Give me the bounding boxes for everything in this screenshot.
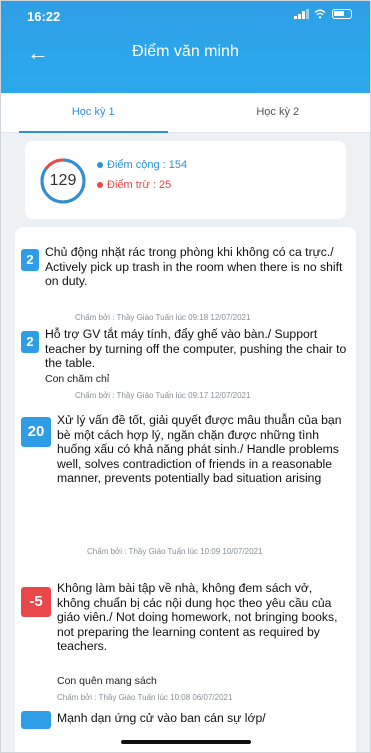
score-entry-list: 2 Chủ động nhặt rác trong phòng khi khôn… — [15, 227, 356, 752]
list-item[interactable]: 20 Xử lý vấn đề tốt, giải quyết được mâu… — [15, 413, 356, 556]
app-header: 16:22 ← Điểm văn minh — [1, 1, 370, 97]
wifi-icon — [314, 9, 326, 19]
list-item[interactable]: -5 Không làm bài tập về nhà, không đem s… — [15, 579, 356, 719]
entry-description: Hỗ trợ GV tắt máy tính, đẩy ghế vào bàn.… — [45, 327, 347, 370]
entry-note: Con quên mang sách — [57, 675, 157, 687]
minus-points: Điểm trừ : 25 — [97, 179, 171, 191]
list-item[interactable]: Mạnh dạn ứng cử vào ban cán sự lớp/ — [15, 711, 356, 751]
entry-description: Chủ động nhặt rác trong phòng khi không … — [45, 245, 343, 288]
graded-by: Chấm bởi : Thầy Giáo Tuấn lúc 09:18 12/0… — [75, 313, 251, 322]
list-item[interactable]: 2 Hỗ trợ GV tắt máy tính, đẩy ghế vào bà… — [15, 323, 356, 400]
status-bar: 16:22 — [27, 7, 352, 27]
tab-semester-1[interactable]: Học kỳ 1 — [1, 93, 186, 133]
total-score: 129 — [49, 172, 77, 189]
entry-description: Xử lý vấn đề tốt, giải quyết được mâu th… — [57, 413, 342, 485]
home-indicator[interactable] — [120, 740, 251, 744]
score-summary-card: 129 Điểm cộng : 154 Điểm trừ : 25 — [25, 141, 346, 219]
app-bar: ← Điểm văn minh — [1, 39, 370, 71]
entry-note: Con chăm chỉ — [45, 373, 110, 385]
entry-description: Mạnh dạn ứng cử vào ban cán sự lớp/ — [57, 711, 266, 725]
list-item[interactable]: 2 Chủ động nhặt rác trong phòng khi khôn… — [15, 235, 356, 322]
plus-points: Điểm cộng : 154 — [97, 159, 187, 171]
signal-icon — [294, 9, 309, 19]
tab-semester-2[interactable]: Học kỳ 2 — [186, 93, 371, 132]
points-badge: 20 — [21, 417, 51, 447]
phone-screen: 16:22 ← Điểm văn minh Học kỳ 1 Học kỳ 2 … — [0, 0, 371, 753]
points-badge: 2 — [21, 249, 39, 271]
graded-by: Chấm bởi : Thầy Giáo Tuấn lúc 10:09 10/0… — [87, 547, 263, 556]
points-badge: -5 — [21, 587, 51, 617]
graded-by: Chấm bởi : Thầy Giáo Tuấn lúc 10:08 06/0… — [57, 693, 233, 702]
page-title: Điểm văn minh — [132, 43, 239, 60]
graded-by: Chấm bởi : Thầy Giáo Tuấn lúc 09:17 12/0… — [75, 391, 251, 400]
points-badge — [21, 711, 51, 729]
minus-points-label: Điểm trừ : 25 — [107, 179, 172, 191]
semester-tabs: Học kỳ 1 Học kỳ 2 — [1, 93, 370, 133]
plus-points-label: Điểm cộng : 154 — [107, 159, 188, 171]
status-icons — [294, 9, 352, 19]
plus-dot-icon — [97, 162, 103, 169]
minus-dot-icon — [97, 182, 103, 189]
status-time: 16:22 — [27, 9, 61, 24]
entry-description: Không làm bài tập về nhà, không đem sách… — [57, 581, 338, 653]
points-badge: 2 — [21, 331, 39, 353]
battery-icon — [332, 9, 352, 19]
